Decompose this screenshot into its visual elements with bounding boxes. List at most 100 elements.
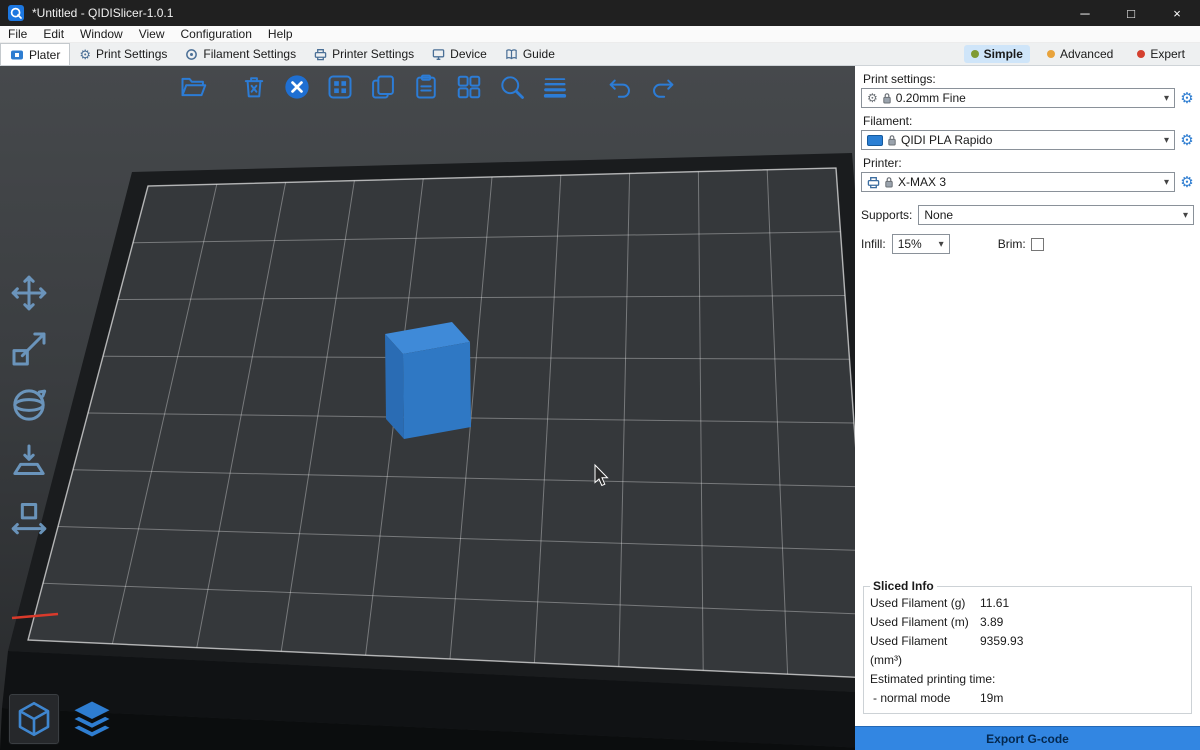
expert-mode-dot-icon — [1137, 50, 1145, 58]
split-to-parts-icon[interactable] — [454, 72, 484, 102]
menu-view[interactable]: View — [131, 26, 173, 42]
model-cube[interactable] — [385, 322, 471, 439]
brim-label: Brim: — [998, 237, 1026, 251]
edit-printer-gear-icon[interactable]: ⚙ — [1178, 175, 1196, 190]
normal-mode-row: - normal mode 19m — [870, 689, 1185, 708]
tab-printer-settings[interactable]: Printer Settings — [305, 43, 423, 65]
minimize-icon[interactable]: ─ — [1062, 0, 1108, 26]
menu-file[interactable]: File — [0, 26, 35, 42]
infill-label: Infill: — [861, 237, 886, 251]
redo-icon[interactable] — [648, 72, 678, 102]
printer-combo[interactable]: X-MAX 3 ▾ — [861, 172, 1175, 192]
estimated-time-label-row: Estimated printing time: — [870, 670, 1185, 689]
tab-label: Device — [450, 47, 487, 61]
filament-spool-icon — [185, 48, 198, 61]
brim-checkbox[interactable] — [1031, 238, 1044, 251]
arrange-icon[interactable] — [325, 72, 355, 102]
sliced-info-row: Used Filament (mm³) 9359.93 — [870, 632, 1185, 670]
sliced-info-row: Used Filament (m) 3.89 — [870, 613, 1185, 632]
tab-plater[interactable]: Plater — [0, 43, 70, 65]
mode-advanced[interactable]: Advanced — [1040, 45, 1120, 63]
mode-label: Advanced — [1060, 47, 1113, 61]
mode-expert[interactable]: Expert — [1130, 45, 1192, 63]
scene-canvas[interactable] — [0, 66, 855, 750]
supports-value: None — [924, 208, 953, 222]
sliced-info-box: Sliced Info Used Filament (g) 11.61 Used… — [863, 579, 1192, 714]
plater-icon — [10, 48, 24, 62]
chevron-down-icon: ▾ — [1183, 210, 1188, 221]
printer-value: X-MAX 3 — [898, 175, 946, 189]
measure-icon[interactable] — [6, 494, 52, 540]
menu-help[interactable]: Help — [260, 26, 301, 42]
simple-mode-dot-icon — [971, 50, 979, 58]
cube-front-face — [403, 342, 471, 439]
menu-edit[interactable]: Edit — [35, 26, 72, 42]
place-on-face-icon[interactable] — [6, 438, 52, 484]
mode-simple[interactable]: Simple — [964, 45, 1030, 63]
chevron-down-icon: ▾ — [939, 239, 944, 250]
print-settings-label: Print settings: — [863, 72, 1192, 86]
menu-configuration[interactable]: Configuration — [173, 26, 260, 42]
rotate-icon[interactable] — [6, 382, 52, 428]
lock-icon — [885, 177, 893, 188]
print-settings-value: 0.20mm Fine — [896, 91, 966, 105]
infill-combo[interactable]: 15% ▾ — [892, 234, 950, 254]
chevron-down-icon: ▾ — [1164, 93, 1169, 104]
print-settings-combo[interactable]: ⚙ 0.20mm Fine ▾ — [861, 88, 1175, 108]
advanced-mode-dot-icon — [1047, 50, 1055, 58]
edit-filament-gear-icon[interactable]: ⚙ — [1178, 133, 1196, 148]
tab-filament-settings[interactable]: Filament Settings — [176, 43, 305, 65]
preview-view-icon[interactable] — [66, 693, 118, 745]
tab-guide[interactable]: Guide — [496, 43, 564, 65]
app-icon — [8, 5, 24, 21]
gear-icon: ⚙ — [79, 48, 91, 61]
mode-label: Expert — [1150, 47, 1185, 61]
window-title: *Untitled - QIDISlicer-1.0.1 — [32, 6, 173, 20]
search-icon[interactable] — [497, 72, 527, 102]
copy-icon[interactable] — [368, 72, 398, 102]
printer-icon — [314, 48, 327, 61]
delete-all-icon[interactable] — [282, 72, 312, 102]
export-gcode-button[interactable]: Export G-code — [855, 726, 1200, 750]
monitor-icon — [432, 48, 445, 61]
paste-icon[interactable] — [411, 72, 441, 102]
editor-view-icon[interactable] — [8, 693, 60, 745]
gear-icon: ⚙ — [867, 92, 878, 104]
viewport-3d[interactable] — [0, 66, 855, 750]
maximize-icon[interactable]: □ — [1108, 0, 1154, 26]
supports-combo[interactable]: None ▾ — [918, 205, 1194, 225]
tab-label: Filament Settings — [203, 47, 296, 61]
sliced-info-row: Used Filament (g) 11.61 — [870, 594, 1185, 613]
mode-selector: Simple Advanced Expert — [964, 43, 1200, 65]
sliced-info-title: Sliced Info — [870, 579, 937, 593]
tab-label: Printer Settings — [332, 47, 414, 61]
move-icon[interactable] — [6, 270, 52, 316]
chevron-down-icon: ▾ — [1164, 177, 1169, 188]
chevron-down-icon: ▾ — [1164, 135, 1169, 146]
delete-icon[interactable] — [239, 72, 269, 102]
mode-label: Simple — [984, 47, 1023, 61]
tab-device[interactable]: Device — [423, 43, 496, 65]
undo-icon[interactable] — [605, 72, 635, 102]
filament-combo[interactable]: QIDI PLA Rapido ▾ — [861, 130, 1175, 150]
tab-print-settings[interactable]: ⚙ Print Settings — [70, 43, 176, 65]
open-project-icon[interactable] — [178, 72, 208, 102]
supports-label: Supports: — [861, 208, 912, 222]
titlebar: *Untitled - QIDISlicer-1.0.1 ─ □ × — [0, 0, 1200, 26]
book-icon — [505, 48, 518, 61]
menubar: File Edit Window View Configuration Help — [0, 26, 1200, 43]
filament-value: QIDI PLA Rapido — [901, 133, 992, 147]
tab-label: Print Settings — [96, 47, 167, 61]
edit-print-settings-gear-icon[interactable]: ⚙ — [1178, 91, 1196, 106]
settings-panel: Print settings: ⚙ 0.20mm Fine ▾ ⚙ Filame… — [855, 66, 1200, 750]
filament-label: Filament: — [863, 114, 1192, 128]
top-toolbar — [0, 72, 855, 102]
app-window: *Untitled - QIDISlicer-1.0.1 ─ □ × File … — [0, 0, 1200, 750]
close-icon[interactable]: × — [1154, 0, 1200, 26]
variable-layer-height-icon[interactable] — [540, 72, 570, 102]
tab-label: Plater — [29, 48, 60, 62]
scale-icon[interactable] — [6, 326, 52, 372]
menu-window[interactable]: Window — [72, 26, 131, 42]
printer-label: Printer: — [863, 156, 1192, 170]
lock-icon — [883, 93, 891, 104]
